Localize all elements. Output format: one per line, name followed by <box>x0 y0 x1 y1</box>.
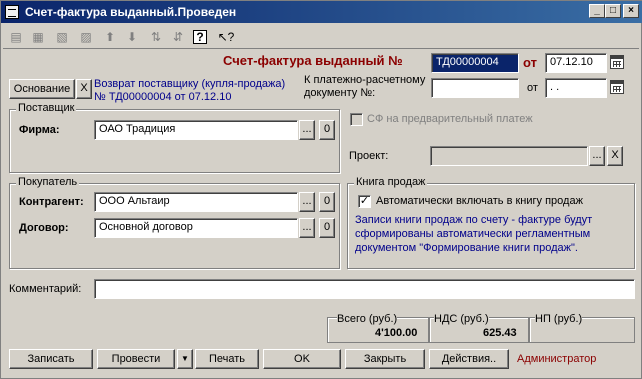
contractor-clear-button[interactable]: 0 <box>319 192 335 212</box>
basis-link-line1[interactable]: Возврат поставщику (купля-продажа) <box>94 78 285 90</box>
project-clear-button[interactable]: X <box>607 146 623 166</box>
actions-button[interactable]: Действия.. <box>429 349 509 369</box>
document-heading: Счет-фактура выданный № <box>223 53 403 68</box>
write-button[interactable]: Записать <box>9 349 93 369</box>
contract-select-button[interactable]: ... <box>299 218 315 238</box>
firm-label: Фирма: <box>19 124 60 136</box>
sales-book-note-line2: сформированы автоматически регламентным <box>355 228 591 240</box>
contractor-select-button[interactable]: ... <box>299 192 315 212</box>
basis-link-line2[interactable]: № ТД00000004 от 07.12.10 <box>94 91 231 103</box>
basis-button[interactable]: Основание <box>9 79 75 99</box>
auto-include-checkbox[interactable]: ✓ <box>358 195 371 208</box>
comment-field[interactable] <box>94 279 635 299</box>
project-label: Проект: <box>349 150 389 162</box>
contractor-label: Контрагент: <box>19 196 84 208</box>
total-value: 4'100.00 <box>375 327 418 339</box>
document-number-field[interactable]: ТД00000004 <box>431 53 519 73</box>
user-label: Администратор <box>517 353 597 365</box>
np-label: НП (руб.) <box>535 313 583 325</box>
payment-doc-number-field[interactable] <box>431 78 519 98</box>
project-field[interactable] <box>430 146 588 166</box>
contract-clear-button[interactable]: 0 <box>319 218 335 238</box>
calendar-icon[interactable] <box>610 55 624 69</box>
firm-field[interactable]: ОАО Традиция <box>94 120 298 140</box>
context-help-icon[interactable]: ↖? <box>217 29 235 45</box>
sort-desc-icon[interactable]: ⇵ <box>169 29 187 45</box>
ok-button[interactable]: OK <box>263 349 341 369</box>
from-label: от <box>523 55 537 70</box>
payment-doc-date-field[interactable]: . . <box>545 78 607 98</box>
help-icon[interactable]: ? <box>193 30 207 44</box>
sales-book-legend: Книга продаж <box>354 176 428 188</box>
payment-from-label: от <box>527 82 538 94</box>
vat-value: 625.43 <box>483 327 517 339</box>
close-window-button[interactable]: × <box>623 4 639 18</box>
close-button[interactable]: Закрыть <box>345 349 425 369</box>
post-dropdown-arrow-icon[interactable]: ▼ <box>177 349 193 369</box>
project-select-button[interactable]: ... <box>589 146 605 166</box>
edit-doc-icon[interactable]: ▧ <box>53 29 71 45</box>
firm-select-button[interactable]: ... <box>299 120 315 140</box>
vat-label: НДС (руб.) <box>434 313 489 325</box>
delete-doc-icon[interactable]: ▨ <box>77 29 95 45</box>
clear-basis-button[interactable]: X <box>76 79 92 99</box>
minimize-button[interactable]: _ <box>589 4 605 18</box>
contract-label: Договор: <box>19 222 69 234</box>
comment-label: Комментарий: <box>9 283 82 295</box>
contract-field[interactable]: Основной договор <box>94 218 298 238</box>
payment-doc-label-line1: К платежно-расчетному <box>304 74 426 86</box>
title-bar: Счет-фактура выданный.Проведен _ □ × <box>1 1 642 23</box>
maximize-button[interactable]: □ <box>605 4 621 18</box>
move-down-icon[interactable]: ⬇ <box>123 29 141 45</box>
print-button[interactable]: Печать <box>195 349 259 369</box>
document-window: Счет-фактура выданный.Проведен _ □ × ▤ ▦… <box>0 0 642 379</box>
contractor-field[interactable]: ООО Альтаир <box>94 192 298 212</box>
window-title: Счет-фактура выданный.Проведен <box>25 5 237 19</box>
total-label: Всего (руб.) <box>337 313 398 325</box>
sales-book-note-line1: Записи книги продаж по счету - фактуре б… <box>355 214 593 226</box>
firm-clear-button[interactable]: 0 <box>319 120 335 140</box>
move-up-icon[interactable]: ⬆ <box>101 29 119 45</box>
prepayment-label: СФ на предварительный платеж <box>367 113 533 125</box>
sales-book-note-line3: документом "Формирование книги продаж". <box>355 242 578 254</box>
prepayment-checkbox[interactable] <box>350 113 363 126</box>
payment-calendar-icon[interactable] <box>610 80 624 94</box>
sort-asc-icon[interactable]: ⇅ <box>147 29 165 45</box>
copy-doc-icon[interactable]: ▤ <box>7 29 25 45</box>
toolbar: ▤ ▦ ▧ ▨ ⬆ ⬇ ⇅ ⇵ ? ↖? <box>3 25 639 49</box>
supplier-legend: Поставщик <box>16 102 77 114</box>
buyer-legend: Покупатель <box>16 176 80 188</box>
payment-doc-label-line2: документу №: <box>304 87 376 99</box>
document-icon <box>5 5 19 19</box>
post-button[interactable]: Провести <box>97 349 175 369</box>
document-date-field[interactable]: 07.12.10 <box>545 53 607 73</box>
new-doc-icon[interactable]: ▦ <box>29 29 47 45</box>
supplier-group: Поставщик <box>9 102 340 173</box>
auto-include-label: Автоматически включать в книгу продаж <box>376 195 583 207</box>
